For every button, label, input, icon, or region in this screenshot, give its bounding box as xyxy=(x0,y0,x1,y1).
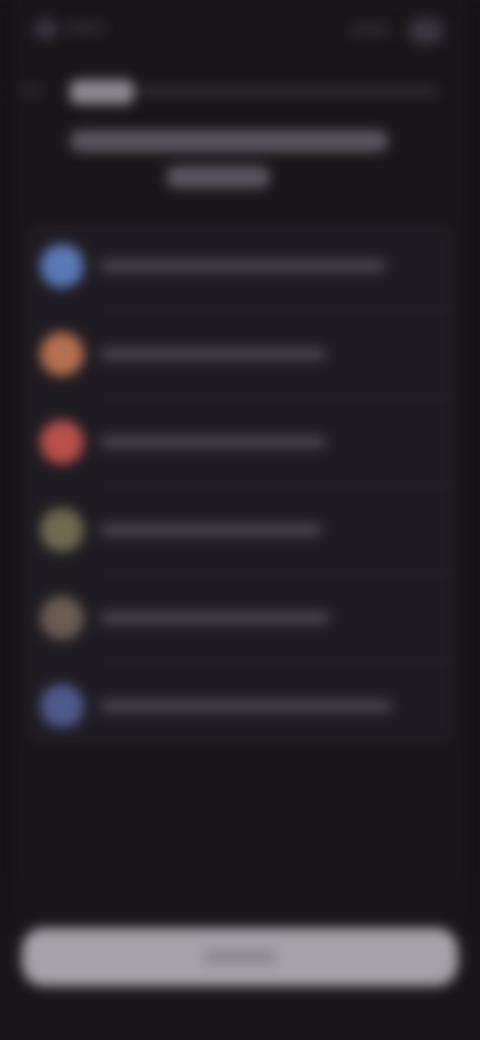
list-item[interactable] xyxy=(26,310,456,398)
primary-button-label xyxy=(204,950,276,964)
header-subtitle xyxy=(138,86,438,96)
circle-icon xyxy=(40,420,84,464)
circle-icon xyxy=(40,596,84,640)
page-title-line-1 xyxy=(70,130,388,152)
circle-icon xyxy=(40,332,84,376)
blurred-screen xyxy=(0,0,480,1040)
list-item[interactable] xyxy=(26,574,456,662)
list-item[interactable] xyxy=(26,222,456,310)
list-item[interactable] xyxy=(26,662,456,750)
list-item[interactable] xyxy=(26,486,456,574)
circle-icon xyxy=(40,508,84,552)
list-item-label xyxy=(100,260,386,272)
status-bar xyxy=(0,0,480,56)
page-title-line-2 xyxy=(166,166,270,188)
list-item-label xyxy=(100,612,330,624)
back-icon[interactable] xyxy=(18,84,44,98)
header-chip xyxy=(70,80,134,104)
status-indicator-icon xyxy=(34,18,58,40)
options-list xyxy=(26,222,456,746)
battery-icon xyxy=(408,18,444,44)
list-item-label xyxy=(100,348,326,360)
circle-icon xyxy=(40,244,84,288)
list-item-label xyxy=(100,700,392,712)
circle-icon xyxy=(40,684,84,728)
list-item-label xyxy=(100,436,326,448)
list-item-label xyxy=(100,524,322,536)
status-time xyxy=(64,22,104,34)
signal-icon xyxy=(350,24,390,36)
list-item[interactable] xyxy=(26,398,456,486)
